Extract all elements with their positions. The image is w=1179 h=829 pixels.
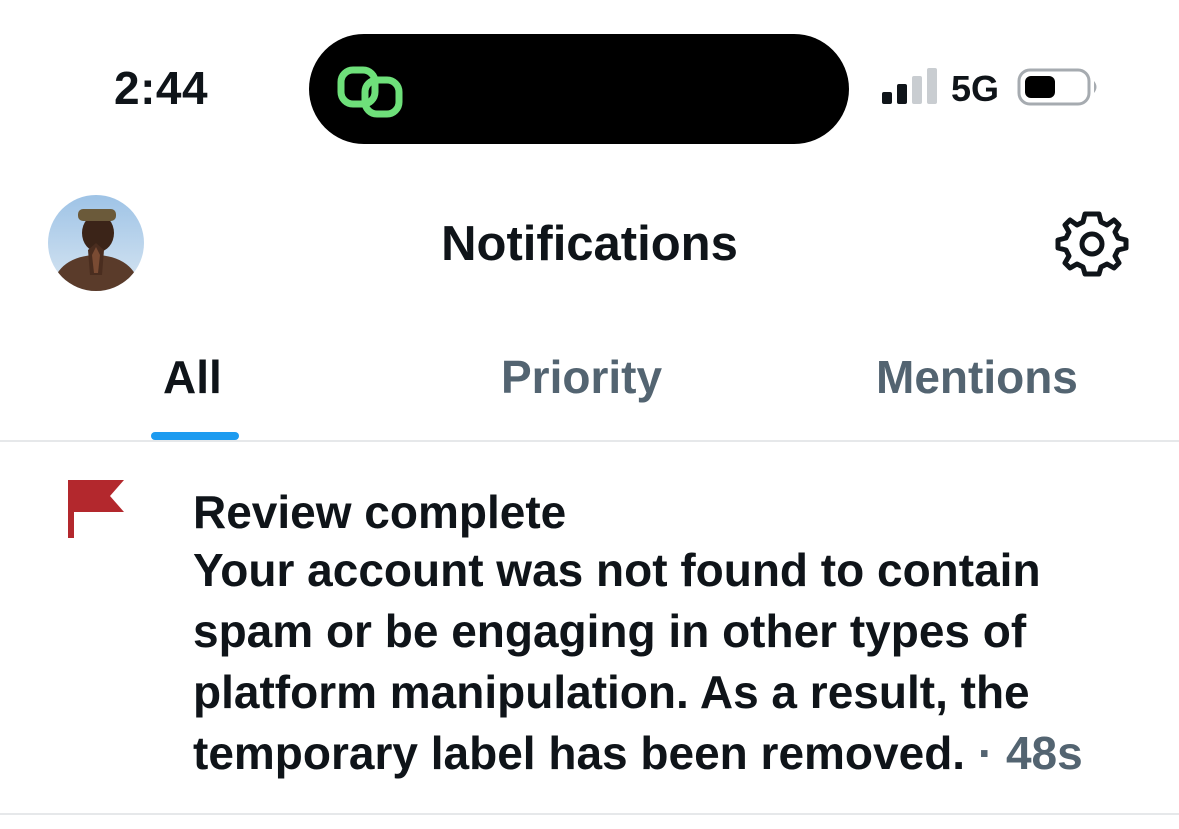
status-time: 2:44: [114, 62, 209, 114]
notification-body-line: platform manipulation. As a result, the: [193, 666, 1030, 718]
battery-icon: [1017, 68, 1097, 106]
page-title: Notifications: [441, 217, 738, 271]
notification-body-text: temporary label has been removed.: [193, 727, 966, 779]
gear-icon: [1055, 211, 1129, 277]
linked-rings-icon: [337, 66, 403, 118]
notification-body-line: Your account was not found to contain: [193, 544, 1041, 596]
notification-item[interactable]: Review complete Your account was not fou…: [0, 442, 1179, 813]
notification-body-line-last: temporary label has been removed. · 48s: [193, 723, 1153, 784]
notification-divider: [0, 813, 1179, 815]
settings-button[interactable]: [1054, 206, 1130, 282]
notification-body: Your account was not found to contain sp…: [193, 540, 1153, 784]
tab-all[interactable]: All: [163, 350, 222, 404]
flag-icon: [68, 480, 124, 538]
signal-strength-icon: [882, 68, 937, 104]
tab-mentions[interactable]: Mentions: [876, 350, 1078, 404]
dynamic-island[interactable]: [309, 34, 849, 144]
notification-timestamp: 48s: [1005, 727, 1083, 779]
active-tab-indicator: [151, 432, 239, 440]
notification-separator: ·: [965, 727, 1006, 779]
notification-body-line: spam or be engaging in other types of: [193, 605, 1027, 657]
notification-title: Review complete: [193, 486, 567, 538]
tab-priority[interactable]: Priority: [501, 350, 662, 404]
network-type-label: 5G: [951, 68, 1000, 109]
